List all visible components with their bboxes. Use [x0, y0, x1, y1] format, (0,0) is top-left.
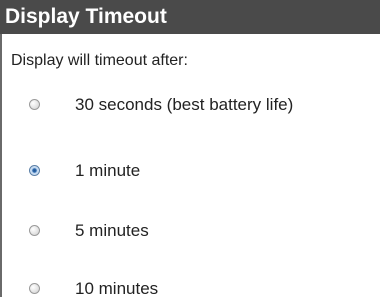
option-5-minutes[interactable]: 5 minutes — [2, 212, 372, 252]
option-1-minute[interactable]: 1 minute — [2, 152, 372, 192]
option-1-minute-label: 1 minute — [75, 161, 141, 180]
radio-10-minutes[interactable] — [29, 283, 40, 294]
radio-1-minute[interactable] — [29, 165, 40, 176]
timeout-prompt: Display will timeout after: — [11, 52, 188, 69]
option-30-seconds[interactable]: 30 seconds (best battery life) — [2, 86, 372, 126]
option-10-minutes[interactable]: 10 minutes — [2, 270, 372, 297]
dialog-title: Display Timeout — [0, 0, 380, 34]
options-panel: Display will timeout after: 30 seconds (… — [0, 34, 380, 297]
option-5-minutes-label: 5 minutes — [75, 221, 149, 240]
option-30-seconds-label: 30 seconds (best battery life) — [75, 95, 294, 114]
radio-5-minutes[interactable] — [29, 225, 40, 236]
display-timeout-dialog: Display Timeout Display will timeout aft… — [0, 0, 380, 297]
radio-30-seconds[interactable] — [29, 99, 40, 110]
option-10-minutes-label: 10 minutes — [75, 279, 159, 297]
